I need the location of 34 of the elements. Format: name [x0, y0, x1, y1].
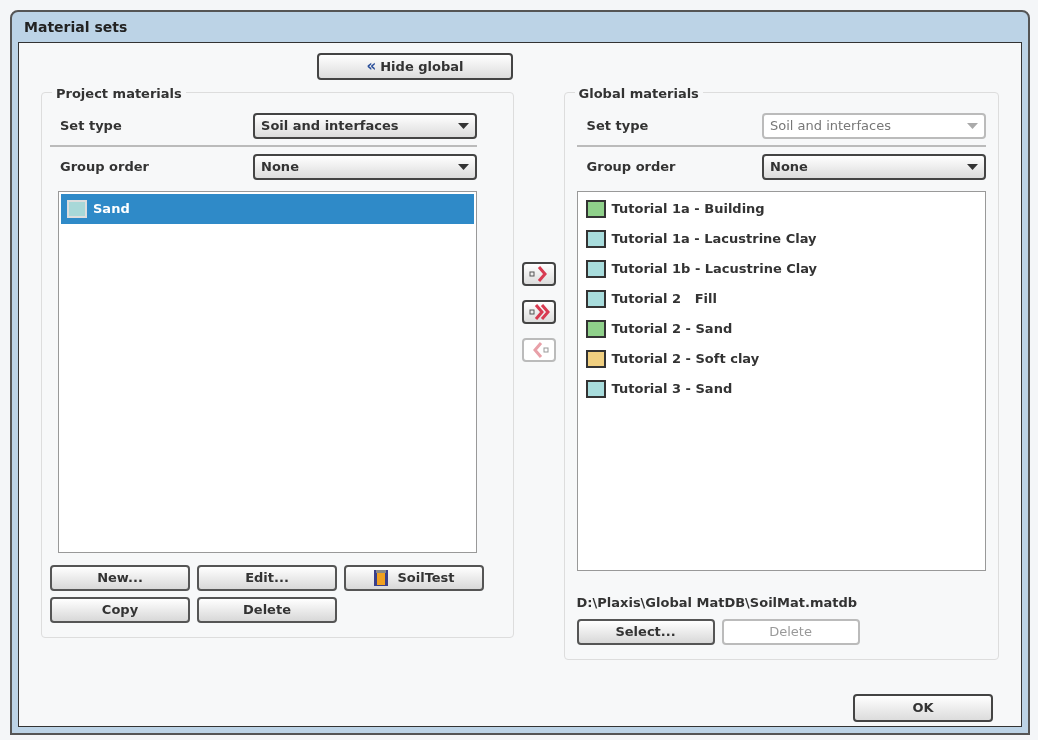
dropdown-arrow-icon [967, 123, 978, 129]
hide-global-button[interactable]: « Hide global [317, 53, 513, 80]
soil-sample-icon [373, 569, 390, 587]
double-chevron-icon: « [366, 55, 377, 78]
dropdown[interactable]: None [762, 154, 986, 180]
dialog-button[interactable]: Select... [576, 618, 715, 645]
arrow-icon [526, 301, 551, 323]
list-item[interactable]: Tutorial 1a - Building [579, 194, 983, 224]
window-title: Material sets [24, 17, 128, 37]
field-label: Group order [59, 158, 149, 177]
list-item[interactable]: Tutorial 3 - Sand [579, 374, 983, 404]
field-label: Set type [585, 117, 649, 136]
dropdown[interactable]: None [253, 154, 478, 180]
list-item[interactable]: Tutorial 1b - Lacustrine Clay [579, 254, 983, 284]
dialog-button[interactable]: Copy [50, 597, 190, 623]
field-label: Set type [59, 117, 122, 136]
transfer-button[interactable] [521, 262, 556, 286]
dialog-button[interactable]: Delete [197, 597, 337, 623]
file-path: D:\Plaxis\Global MatDB\SoilMat.matdb [576, 594, 859, 612]
list-item[interactable]: Tutorial 1a - Lacustrine Clay [579, 224, 983, 254]
ok-button[interactable]: OK [853, 694, 993, 722]
list-item[interactable]: Sand [61, 194, 475, 224]
dialog-button[interactable]: Edit... [197, 565, 337, 591]
dropdown[interactable]: Soil and interfaces [253, 113, 478, 139]
transfer-button[interactable] [521, 300, 556, 324]
dialog-button[interactable]: New... [50, 565, 190, 591]
dropdown-arrow-icon [967, 164, 978, 170]
field-label: Group order [585, 158, 676, 177]
list-item[interactable]: Tutorial 2 - Sand [579, 314, 983, 344]
dropdown-arrow-icon [458, 123, 470, 129]
list-item[interactable]: Tutorial 2 - Soft clay [579, 344, 983, 374]
dropdown-arrow-icon [458, 164, 470, 170]
list-item[interactable]: Tutorial 2 Fill [579, 284, 983, 314]
soiltest-button[interactable]: SoilTest [344, 565, 484, 591]
